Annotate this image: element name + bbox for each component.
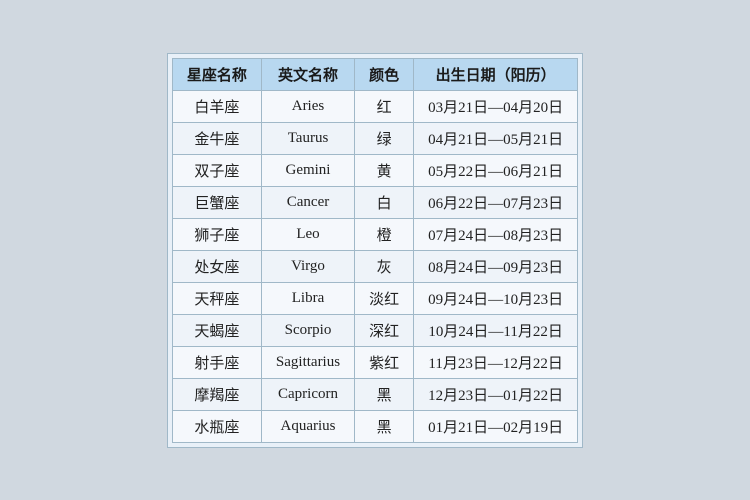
cell-9-0: 摩羯座 [172, 378, 261, 410]
cell-8-2: 紫红 [355, 346, 414, 378]
header-col-1: 英文名称 [261, 58, 354, 90]
cell-9-2: 黑 [355, 378, 414, 410]
table-row: 摩羯座Capricorn黑12月23日—01月22日 [172, 378, 577, 410]
cell-7-0: 天蝎座 [172, 314, 261, 346]
cell-7-2: 深红 [355, 314, 414, 346]
table-row: 双子座Gemini黄05月22日—06月21日 [172, 154, 577, 186]
cell-0-1: Aries [261, 90, 354, 122]
cell-1-2: 绿 [355, 122, 414, 154]
cell-2-3: 05月22日—06月21日 [414, 154, 578, 186]
zodiac-table-container: 星座名称英文名称颜色出生日期（阳历） 白羊座Aries红03月21日—04月20… [167, 53, 583, 448]
cell-4-2: 橙 [355, 218, 414, 250]
cell-5-2: 灰 [355, 250, 414, 282]
cell-10-1: Aquarius [261, 410, 354, 442]
cell-4-0: 狮子座 [172, 218, 261, 250]
cell-4-3: 07月24日—08月23日 [414, 218, 578, 250]
cell-6-0: 天秤座 [172, 282, 261, 314]
cell-4-1: Leo [261, 218, 354, 250]
cell-5-1: Virgo [261, 250, 354, 282]
cell-7-1: Scorpio [261, 314, 354, 346]
cell-0-2: 红 [355, 90, 414, 122]
cell-2-1: Gemini [261, 154, 354, 186]
cell-0-0: 白羊座 [172, 90, 261, 122]
cell-10-3: 01月21日—02月19日 [414, 410, 578, 442]
header-col-0: 星座名称 [172, 58, 261, 90]
table-row: 处女座Virgo灰08月24日—09月23日 [172, 250, 577, 282]
cell-5-0: 处女座 [172, 250, 261, 282]
table-row: 巨蟹座Cancer白06月22日—07月23日 [172, 186, 577, 218]
cell-6-3: 09月24日—10月23日 [414, 282, 578, 314]
cell-0-3: 03月21日—04月20日 [414, 90, 578, 122]
cell-6-2: 淡红 [355, 282, 414, 314]
cell-8-0: 射手座 [172, 346, 261, 378]
cell-2-2: 黄 [355, 154, 414, 186]
table-body: 白羊座Aries红03月21日—04月20日金牛座Taurus绿04月21日—0… [172, 90, 577, 442]
header-row: 星座名称英文名称颜色出生日期（阳历） [172, 58, 577, 90]
cell-1-1: Taurus [261, 122, 354, 154]
cell-7-3: 10月24日—11月22日 [414, 314, 578, 346]
cell-8-1: Sagittarius [261, 346, 354, 378]
cell-3-2: 白 [355, 186, 414, 218]
header-col-2: 颜色 [355, 58, 414, 90]
table-header: 星座名称英文名称颜色出生日期（阳历） [172, 58, 577, 90]
cell-3-1: Cancer [261, 186, 354, 218]
cell-10-2: 黑 [355, 410, 414, 442]
cell-9-3: 12月23日—01月22日 [414, 378, 578, 410]
table-row: 水瓶座Aquarius黑01月21日—02月19日 [172, 410, 577, 442]
header-col-3: 出生日期（阳历） [414, 58, 578, 90]
cell-9-1: Capricorn [261, 378, 354, 410]
cell-6-1: Libra [261, 282, 354, 314]
table-row: 狮子座Leo橙07月24日—08月23日 [172, 218, 577, 250]
table-row: 射手座Sagittarius紫红11月23日—12月22日 [172, 346, 577, 378]
cell-3-3: 06月22日—07月23日 [414, 186, 578, 218]
cell-3-0: 巨蟹座 [172, 186, 261, 218]
table-row: 白羊座Aries红03月21日—04月20日 [172, 90, 577, 122]
cell-8-3: 11月23日—12月22日 [414, 346, 578, 378]
cell-2-0: 双子座 [172, 154, 261, 186]
cell-10-0: 水瓶座 [172, 410, 261, 442]
table-row: 天蝎座Scorpio深红10月24日—11月22日 [172, 314, 577, 346]
cell-5-3: 08月24日—09月23日 [414, 250, 578, 282]
table-row: 天秤座Libra淡红09月24日—10月23日 [172, 282, 577, 314]
table-row: 金牛座Taurus绿04月21日—05月21日 [172, 122, 577, 154]
cell-1-0: 金牛座 [172, 122, 261, 154]
cell-1-3: 04月21日—05月21日 [414, 122, 578, 154]
zodiac-table: 星座名称英文名称颜色出生日期（阳历） 白羊座Aries红03月21日—04月20… [172, 58, 578, 443]
